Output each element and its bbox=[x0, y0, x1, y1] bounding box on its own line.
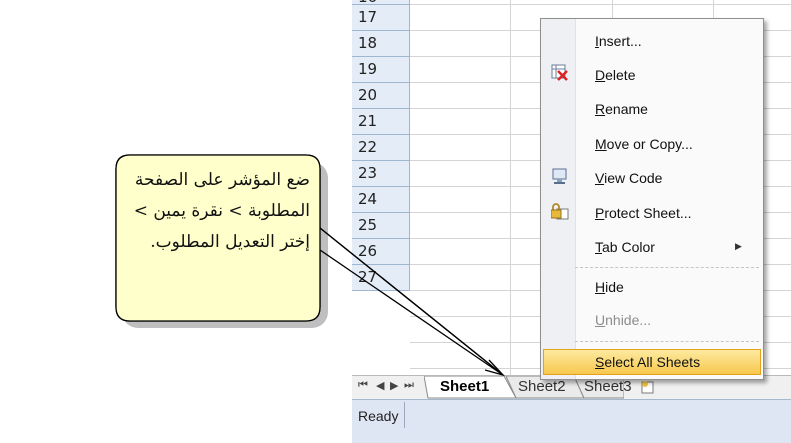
instruction-callout: ضع المؤشر على الصفحة المطلوبة > نقرة يمي… bbox=[114, 155, 320, 322]
callout-line-1: ضع المؤشر على الصفحة bbox=[134, 170, 310, 190]
callout-line-3: إختر التعديل المطلوب. bbox=[150, 232, 310, 252]
callout-line-2: المطلوبة > نقرة يمين > bbox=[133, 201, 310, 221]
